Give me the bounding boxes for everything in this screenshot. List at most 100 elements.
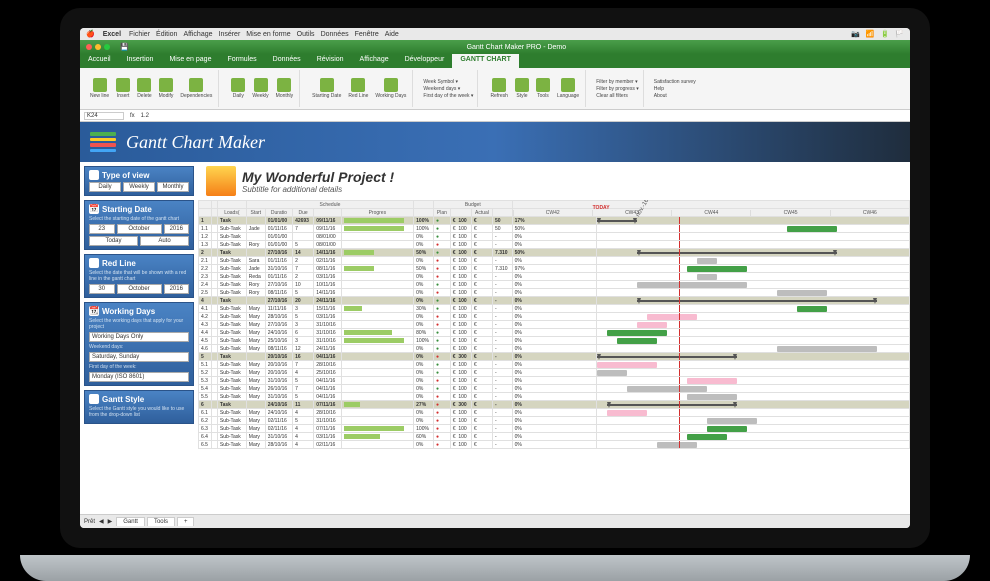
redline-month-select[interactable]: October — [117, 284, 162, 294]
column-header[interactable] — [493, 209, 513, 217]
fx-icon[interactable]: fx — [130, 113, 135, 119]
column-header[interactable]: Progres — [341, 209, 414, 217]
table-row[interactable]: 1.3 Sub-TaskRory01/01/00508/01/000%●€ 10… — [199, 241, 910, 249]
ribbon-option[interactable]: Satisfaction survey — [654, 79, 696, 85]
table-row[interactable]: 5.4 Sub-TaskMary26/10/16704/11/160%●€ 10… — [199, 385, 910, 393]
redline-day-select[interactable]: 30 — [89, 284, 115, 294]
ribbon-button[interactable]: New line — [88, 77, 111, 100]
ribbon-option[interactable]: Weekend days ▾ — [423, 86, 473, 92]
ribbon-button[interactable]: Delete — [135, 77, 153, 100]
ribbon-button[interactable]: Insert — [114, 77, 132, 100]
table-row[interactable]: 2.1 Sub-TaskSara01/11/16202/11/160%●€ 10… — [199, 257, 910, 265]
redline-year-select[interactable]: 2016 — [164, 284, 190, 294]
table-row[interactable]: 5.5 Sub-TaskMary31/10/16504/11/160%●€ 10… — [199, 393, 910, 401]
column-header[interactable] — [414, 209, 434, 217]
mac-menu-item[interactable]: Outils — [297, 31, 315, 38]
today-button[interactable]: Today — [89, 236, 138, 246]
ribbon-button[interactable]: Red Line — [346, 77, 370, 100]
ribbon-option[interactable]: First day of the week ▾ — [423, 93, 473, 99]
mac-menu-item[interactable]: Aide — [385, 31, 399, 38]
column-header[interactable]: Plan — [434, 209, 451, 217]
cell-reference-input[interactable]: K24 — [84, 112, 124, 120]
start-month-select[interactable]: October — [117, 224, 162, 234]
sheet-tab[interactable]: + — [177, 517, 195, 526]
table-row[interactable]: 6.5 Sub-TaskMary28/10/16402/11/160%●€ 10… — [199, 441, 910, 449]
table-row[interactable]: 6.3 Sub-TaskMary02/11/16407/11/16100%●€ … — [199, 425, 910, 433]
table-row[interactable]: 6Task24/10/161107/11/1627%●€ 300€-0% — [199, 401, 910, 409]
mac-menu-item[interactable]: Insérer — [219, 31, 241, 38]
ribbon-button[interactable]: Dependencies — [178, 77, 214, 100]
gantt-table[interactable]: Schedule Budget TODAY nov.-16 Loads(Star… — [198, 200, 910, 449]
table-row[interactable]: 5Task20/10/161604/11/160%●€ 300€-0% — [199, 353, 910, 361]
table-row[interactable]: 5.1 Sub-TaskMary20/10/16728/10/160%●€ 10… — [199, 361, 910, 369]
table-row[interactable]: 2.5 Sub-TaskRory08/11/16514/11/160%●€ 10… — [199, 289, 910, 297]
table-row[interactable]: 2.3 Sub-TaskReda01/11/16203/11/160%●€ 10… — [199, 273, 910, 281]
formula-input[interactable]: 1.2 — [141, 113, 149, 119]
project-title[interactable]: My Wonderful Project ! — [242, 169, 394, 185]
ribbon-tab[interactable]: Affichage — [352, 54, 397, 68]
start-day-select[interactable]: 23 — [89, 224, 115, 234]
apple-icon[interactable]: 🍎 — [86, 30, 95, 38]
working-mode-select[interactable]: Working Days Only — [89, 332, 189, 342]
sheet-tab[interactable]: Tools — [147, 517, 175, 526]
app-name[interactable]: Excel — [103, 31, 121, 38]
table-row[interactable]: 5.2 Sub-TaskMary20/10/16425/10/160%●€ 10… — [199, 369, 910, 377]
column-header[interactable]: Due — [293, 209, 314, 217]
column-header[interactable]: Actual — [471, 209, 492, 217]
ribbon-tab[interactable]: Mise en page — [161, 54, 219, 68]
ribbon-button[interactable]: Modify — [157, 77, 176, 100]
table-row[interactable]: 4.4 Sub-TaskMary24/10/16631/10/1680%●€ 1… — [199, 329, 910, 337]
mac-menu-item[interactable]: Fenêtre — [355, 31, 379, 38]
table-row[interactable]: 4.5 Sub-TaskMary25/10/16331/10/16100%●€ … — [199, 337, 910, 345]
table-row[interactable]: 6.1 Sub-TaskMary24/10/16428/10/160%●€ 10… — [199, 409, 910, 417]
column-header[interactable] — [314, 209, 341, 217]
table-row[interactable]: 2Task27/10/161414/11/1650%●€ 100€7.31050… — [199, 249, 910, 257]
ribbon-tab[interactable]: Données — [265, 54, 309, 68]
table-row[interactable]: 6.2 Sub-TaskMary02/11/16531/10/160%●€ 10… — [199, 417, 910, 425]
ribbon-tab[interactable]: Révision — [309, 54, 352, 68]
ribbon-button[interactable]: Style — [513, 77, 531, 100]
ribbon-option[interactable]: Week Symbol ▾ — [423, 79, 473, 85]
weekend-days-select[interactable]: Saturday, Sunday — [89, 352, 189, 362]
table-row[interactable]: 6.4 Sub-TaskMary31/10/16403/11/1660%●€ 1… — [199, 433, 910, 441]
nav-next-icon[interactable]: ▶ — [108, 518, 113, 525]
ribbon-button[interactable]: Working Days — [373, 77, 408, 100]
sheet-tab[interactable]: Gantt — [116, 517, 145, 526]
view-option-button[interactable]: Daily — [89, 182, 121, 192]
ribbon-option[interactable]: Filter by progress ▾ — [596, 86, 639, 92]
ribbon-button[interactable]: Refresh — [488, 77, 510, 100]
view-option-button[interactable]: Monthly — [157, 182, 189, 192]
mac-menu-item[interactable]: Données — [321, 31, 349, 38]
table-row[interactable]: 4.6 Sub-TaskMary08/11/161224/11/160%●€ 1… — [199, 345, 910, 353]
column-header[interactable]: Start — [246, 209, 265, 217]
battery-icon[interactable]: 🔋 — [881, 30, 890, 38]
auto-button[interactable]: Auto — [140, 236, 189, 246]
start-year-select[interactable]: 2016 — [164, 224, 190, 234]
table-row[interactable]: 4.1 Sub-TaskMary11/11/16315/11/1630%●€ 1… — [199, 305, 910, 313]
maximize-window-button[interactable] — [104, 44, 110, 50]
ribbon-tab[interactable]: Développeur — [397, 54, 453, 68]
ribbon-tab[interactable]: Formules — [219, 54, 264, 68]
ribbon-option[interactable]: Clear all filters — [596, 93, 639, 99]
minimize-window-button[interactable] — [95, 44, 101, 50]
project-subtitle[interactable]: Subtitle for additional details — [242, 185, 394, 194]
mac-menu-item[interactable]: Fichier — [129, 31, 150, 38]
ribbon-button[interactable]: Weekly — [250, 77, 270, 100]
ribbon-button[interactable]: Daily — [229, 77, 247, 100]
ribbon-tab[interactable]: Accueil — [80, 54, 119, 68]
ribbon-option[interactable]: About — [654, 93, 696, 99]
table-row[interactable]: 4Task27/10/162024/11/160%●€ 100€-0% — [199, 297, 910, 305]
table-row[interactable]: 1.2 Sub-Task01/01/0008/01/000%●€ 100€-0% — [199, 233, 910, 241]
mac-menu-item[interactable]: Mise en forme — [246, 31, 290, 38]
table-row[interactable]: 2.4 Sub-TaskRory27/10/161010/11/160%●€ 1… — [199, 281, 910, 289]
nav-prev-icon[interactable]: ◀ — [99, 518, 104, 525]
ribbon-button[interactable]: Language — [555, 77, 581, 100]
ribbon-tab[interactable]: Insertion — [119, 54, 162, 68]
table-row[interactable]: 5.3 Sub-TaskMary31/10/16504/11/160%●€ 10… — [199, 377, 910, 385]
ribbon-button[interactable]: Monthly — [274, 77, 296, 100]
wifi-icon[interactable]: 📶 — [866, 30, 875, 38]
table-row[interactable]: 1.1 Sub-TaskJade01/11/16709/11/16100%●€ … — [199, 225, 910, 233]
table-row[interactable]: 2.2 Sub-TaskJade31/10/16708/11/1650%●€ 1… — [199, 265, 910, 273]
ribbon-option[interactable]: Filter by member ▾ — [596, 79, 639, 85]
ribbon-button[interactable]: Tools — [534, 77, 552, 100]
